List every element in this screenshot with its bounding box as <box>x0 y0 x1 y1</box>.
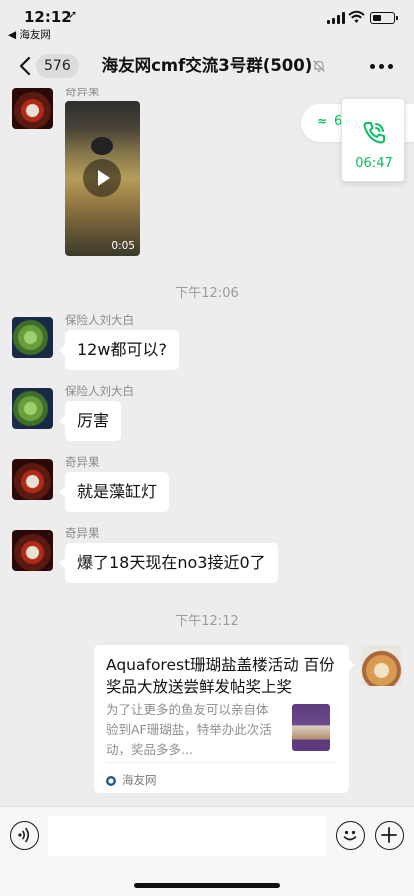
message-bubble[interactable]: 就是藻缸灯 <box>58 472 170 512</box>
message-input[interactable] <box>48 816 326 856</box>
back-to-app-link[interactable]: ◀ 海友网 <box>8 27 51 42</box>
input-bar <box>0 806 414 896</box>
double-chevron-up-icon: ≈ <box>317 114 328 128</box>
sender-name: 保险人刘大白 <box>65 313 134 327</box>
status-time: 12:12 <box>24 8 72 26</box>
sender-name: 奇异果 <box>65 88 100 98</box>
unread-count-badge[interactable]: 576 <box>36 54 79 78</box>
source-logo-icon <box>106 776 116 786</box>
link-card-thumbnail <box>285 702 335 752</box>
timestamp: 下午12:06 <box>175 286 239 301</box>
more-functions-button[interactable] <box>375 821 404 850</box>
avatar-liudabai[interactable] <box>12 317 53 358</box>
avatar-liudabai[interactable] <box>12 388 53 429</box>
sender-name: 奇异果 <box>65 526 100 540</box>
link-card-description: 为了让更多的鱼友可以亲自体验到AF珊瑚盐，特举办此次活动，奖品多多... <box>106 702 272 757</box>
home-indicator[interactable] <box>134 883 280 888</box>
link-card-source: 海友网 <box>122 773 157 787</box>
status-bar: 12:12 ➚ ◀ 海友网 <box>0 0 414 44</box>
avatar-qiyiguo[interactable] <box>12 530 53 571</box>
message-list[interactable]: 奇异果 0:05 ≈ 6 06:47 下午12:06 保险人刘大白 12w都可以… <box>0 88 414 806</box>
plus-icon <box>381 827 397 843</box>
phone-icon <box>363 122 385 144</box>
battery-icon <box>370 12 398 24</box>
chat-title: 海友网cmf交流3号群(500) <box>101 56 313 75</box>
back-chevron-icon[interactable] <box>14 54 38 78</box>
wifi-icon <box>348 10 365 23</box>
avatar-qiyiguo[interactable] <box>12 459 53 500</box>
message-bubble[interactable]: 厉害 <box>58 401 122 441</box>
emoji-button[interactable] <box>336 821 365 850</box>
location-arrow-icon: ➚ <box>68 8 78 21</box>
play-icon[interactable] <box>83 159 121 197</box>
chat-header: 576 海友网cmf交流3号群(500) <box>0 44 414 88</box>
link-card-title: Aquaforest珊瑚盐盖楼活动 百份奖品大放送尝鲜发帖奖上奖 <box>106 656 335 696</box>
emoji-icon <box>343 830 357 841</box>
link-card[interactable]: Aquaforest珊瑚盐盖楼活动 百份奖品大放送尝鲜发帖奖上奖 为了让更多的鱼… <box>94 645 355 793</box>
mute-bell-icon <box>313 60 325 72</box>
timestamp: 下午12:12 <box>175 614 239 629</box>
message-bubble[interactable]: 爆了18天现在no3接近0了 <box>59 543 278 583</box>
sender-name: 保险人刘大白 <box>65 384 134 398</box>
call-duration: 06:47 <box>355 156 393 171</box>
voice-call-float-window[interactable]: 06:47 <box>341 98 405 182</box>
avatar-qiyiguo[interactable] <box>12 88 53 129</box>
cellular-signal-icon <box>327 12 345 24</box>
video-message[interactable]: 0:05 <box>65 101 140 256</box>
more-dots-icon[interactable] <box>370 64 394 70</box>
voice-icon <box>18 827 30 843</box>
message-bubble[interactable]: 12w都可以? <box>59 330 179 370</box>
sender-name: 奇异果 <box>65 455 100 469</box>
video-duration: 0:05 <box>111 240 135 252</box>
voice-input-button[interactable] <box>10 821 39 850</box>
avatar-self[interactable] <box>361 645 402 686</box>
